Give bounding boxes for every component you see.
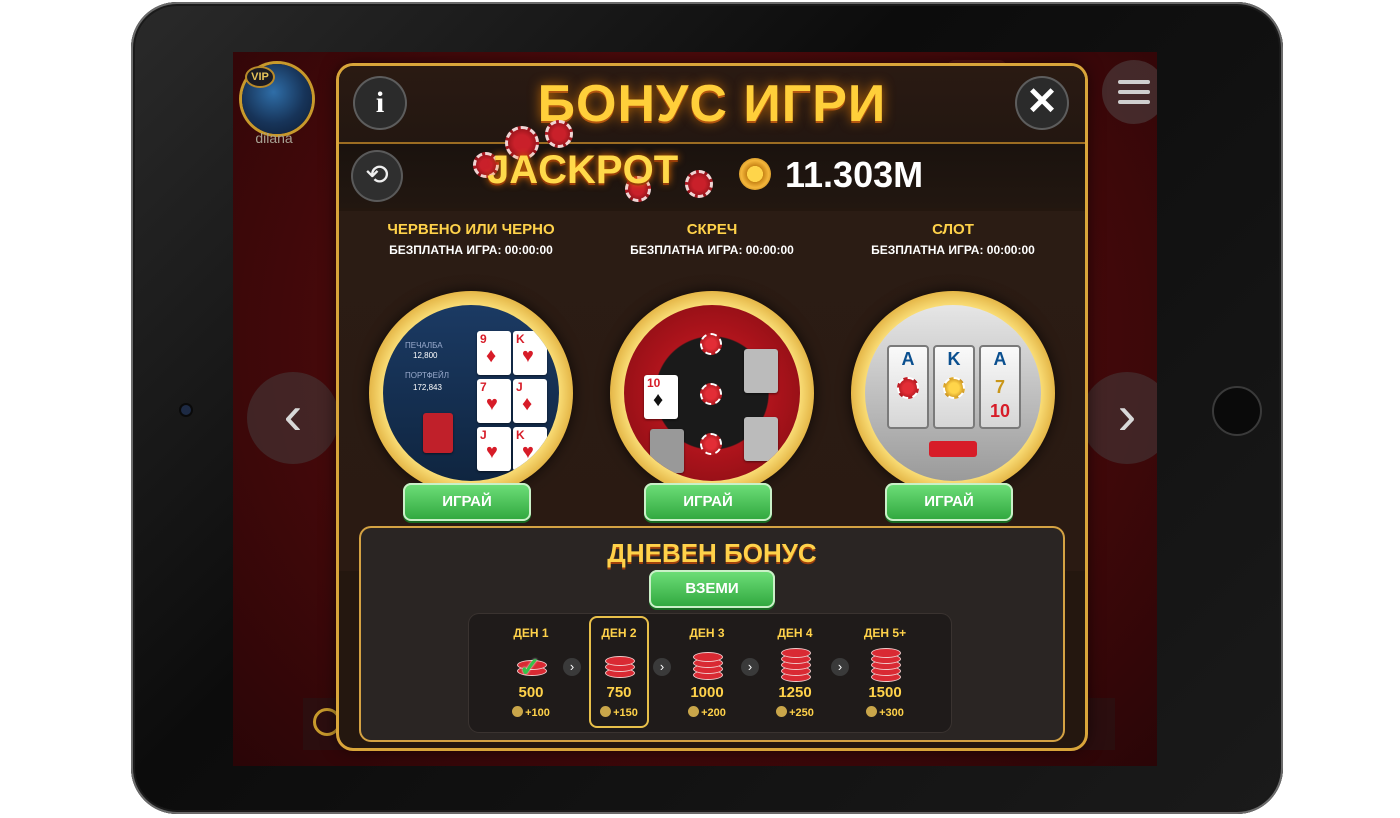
slot-button [929, 441, 977, 457]
daily-bonus-title: ДНЕВЕН БОНУС [607, 538, 817, 568]
day-amount: 500 [518, 684, 544, 701]
card-back [423, 413, 453, 453]
card: 7 ♥ [477, 379, 511, 423]
chip-stack-icon [693, 648, 723, 680]
popup-title: БОНУС ИГРИ [537, 75, 887, 133]
day-vip-bonus: +250 [767, 706, 823, 719]
info-button[interactable]: i [355, 78, 405, 128]
vip-icon [688, 706, 700, 717]
vip-badge: VIP [245, 66, 275, 88]
card: J ♦ [513, 379, 547, 423]
card: 10 ♦ [644, 375, 678, 419]
card [744, 349, 778, 393]
free-game-timer: БЕЗПЛАТНА ИГРА: 00:00:00 [871, 243, 1035, 257]
slot-reel: A 7 10 [979, 345, 1021, 429]
daily-rewards-track: ДЕН 1 ✓ 500 +100 › ДЕН 2 750 +150 › ДЕН … [469, 614, 951, 732]
day-label: ДЕН 3 [689, 626, 725, 640]
jackpot-label: JACKPOT [487, 148, 679, 192]
chevron-right-icon: › [831, 658, 849, 676]
chip [700, 333, 722, 355]
win-value: 12,800 [413, 351, 438, 360]
chip-stack-icon [605, 648, 635, 680]
game-title: СЛОТ [932, 221, 974, 238]
day-vip-bonus: +100 [503, 706, 559, 719]
bonus-games-popup: БОНУС ИГРИ i ✕ ⟲ JACKPOT 11.303M ЧЕРВЕНО… [339, 66, 1085, 748]
chip-decoration [545, 120, 573, 148]
daily-bonus-panel: ДНЕВЕН БОНУС ВЗЕМИ ДЕН 1 ✓ 500 +100 › ДЕ… [361, 528, 1063, 740]
card [650, 429, 684, 473]
slot-reel: K [933, 345, 975, 429]
day-2: ДЕН 2 750 +150 [591, 618, 647, 726]
game-slot: СЛОТ БЕЗПЛАТНА ИГРА: 00:00:00 A K A 7 10 И… [833, 211, 1073, 571]
wallet-value: 172,843 [413, 383, 442, 392]
game-title: СКРЕЧ [686, 221, 738, 238]
vip-icon [512, 706, 524, 717]
day-vip-bonus: +300 [857, 706, 913, 719]
day-label: ДЕН 1 [513, 626, 549, 640]
jackpot-band [339, 142, 1085, 208]
play-button[interactable]: ИГРАЙ [885, 483, 1013, 521]
slot-reel: A [887, 345, 929, 429]
game-red-or-black: ЧЕРВЕНО ИЛИ ЧЕРНО БЕЗПЛАТНА ИГРА: 00:00:… [351, 211, 591, 571]
day-3: ДЕН 3 1000 +200 [679, 618, 735, 726]
check-icon: ✓ [519, 652, 541, 682]
play-button[interactable]: ИГРАЙ [644, 483, 772, 521]
chevron-right-icon: › [741, 658, 759, 676]
game-disc[interactable]: A K A 7 10 [851, 291, 1055, 495]
card [744, 417, 778, 461]
menu-button[interactable] [1102, 60, 1157, 124]
game-disc[interactable]: 10 ♦ [610, 291, 814, 495]
vip-icon [866, 706, 878, 717]
game-scratch: СКРЕЧ БЕЗПЛАТНА ИГРА: 00:00:00 10 ♦ ИГРАЙ [592, 211, 832, 571]
day-label: ДЕН 4 [777, 626, 813, 640]
jackpot-amount: 11.303M [785, 154, 924, 195]
take-button[interactable]: ВЗЕМИ [649, 570, 775, 608]
scratch-art: 10 ♦ [624, 305, 800, 481]
win-label: ПЕЧАЛБА [405, 341, 443, 350]
chip-stack-icon [781, 648, 811, 682]
chip-stack-icon [871, 648, 901, 682]
day-label: ДЕН 5+ [863, 626, 907, 640]
chevron-right-icon[interactable]: › [1081, 372, 1157, 464]
username: dilana [255, 130, 293, 146]
day-1: ДЕН 1 ✓ 500 +100 [503, 618, 559, 726]
vip-icon [776, 706, 788, 717]
bottom-bar-icon [313, 708, 341, 736]
day-amount: 1500 [868, 684, 902, 701]
chip [700, 433, 722, 455]
free-game-timer: БЕЗПЛАТНА ИГРА: 00:00:00 [630, 243, 794, 257]
day-label: ДЕН 2 [601, 626, 637, 640]
game-title: ЧЕРВЕНО ИЛИ ЧЕРНО [387, 221, 555, 238]
camera-icon [181, 405, 191, 415]
game-disc[interactable]: ПЕЧАЛБА 12,800 ПОРТФЕЙЛ 172,843 9 ♦ K ♥ 7 ♥… [369, 291, 573, 495]
card: K ♥ [513, 331, 547, 375]
play-button[interactable]: ИГРАЙ [403, 483, 531, 521]
card: J ♥ [477, 427, 511, 471]
chevron-right-icon: › [653, 658, 671, 676]
games-row: ЧЕРВЕНО ИЛИ ЧЕРНО БЕЗПЛАТНА ИГРА: 00:00:… [339, 211, 1085, 571]
day-amount: 1000 [690, 684, 724, 701]
day-4: ДЕН 4 1250 +250 [767, 618, 823, 726]
app-screen: VIP dilana ‹ › БОНУС ИГРИ i ✕ ⟲ JACKPOT … [233, 52, 1157, 766]
close-button[interactable]: ✕ [1017, 78, 1067, 128]
chip-decoration [685, 170, 713, 198]
home-button[interactable] [1212, 386, 1262, 436]
history-icon[interactable]: ⟲ [353, 152, 401, 200]
free-game-timer: БЕЗПЛАТНА ИГРА: 00:00:00 [389, 243, 553, 257]
wallet-label: ПОРТФЕЙЛ [405, 371, 449, 380]
card: K ♥ [513, 427, 547, 471]
vip-icon [600, 706, 612, 717]
chip [700, 383, 722, 405]
day-vip-bonus: +200 [679, 706, 735, 719]
slot-art: A K A 7 10 [865, 305, 1041, 481]
red-or-black-art: ПЕЧАЛБА 12,800 ПОРТФЕЙЛ 172,843 9 ♦ K ♥ 7 ♥… [383, 305, 559, 481]
coin-icon [739, 158, 771, 190]
chevron-right-icon: › [563, 658, 581, 676]
day-5: ДЕН 5+ 1500 +300 [857, 618, 913, 726]
chevron-left-icon[interactable]: ‹ [247, 372, 339, 464]
card: 9 ♦ [477, 331, 511, 375]
day-amount: 1250 [778, 684, 812, 701]
day-amount: 750 [606, 684, 632, 701]
day-vip-bonus: +150 [591, 706, 647, 719]
